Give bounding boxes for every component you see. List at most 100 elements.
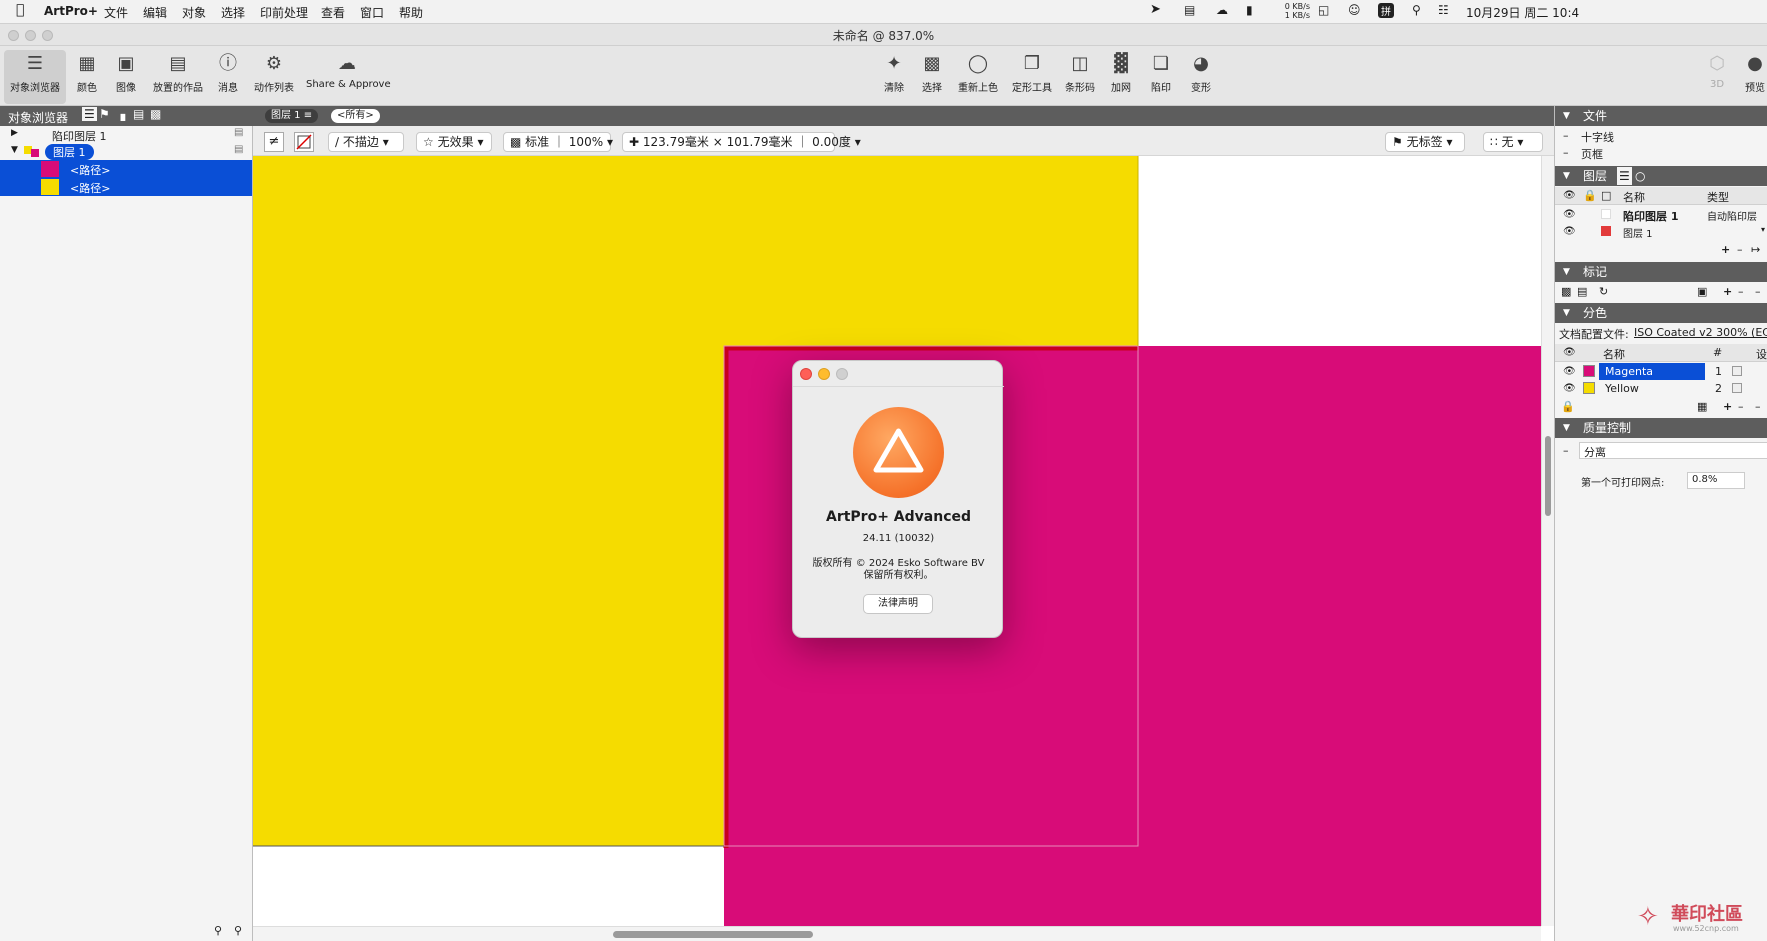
object-browser-button[interactable]: ☰ 对象浏览器 [4, 50, 66, 104]
menu-edit[interactable]: 编辑 [143, 4, 167, 21]
crosshair-row[interactable]: – 十字线 [1555, 129, 1767, 145]
eye-icon[interactable]: 👁 [1563, 366, 1576, 377]
qc-section-header[interactable]: ▼ 质量控制 [1555, 418, 1767, 438]
cloud-icon[interactable]: ☁ [1216, 3, 1228, 17]
horizontal-scroll-thumb[interactable] [613, 931, 813, 938]
list-view-icon[interactable]: ☰ [82, 107, 97, 121]
menu-file[interactable]: 文件 [104, 4, 128, 21]
recolor-button[interactable]: ◯ 重新上色 [954, 50, 1002, 104]
layers-section-header[interactable]: ▼ 图层 ☰ ○ [1555, 166, 1767, 186]
horizontal-scrollbar[interactable] [253, 926, 1541, 941]
remove-icon-2[interactable]: – [1755, 285, 1761, 298]
tree-item-trap-layer[interactable]: ▶ 陷印图层 1 ▤ [0, 126, 252, 143]
control-center-icon[interactable]: ☷ [1438, 3, 1449, 17]
zoom-to-icon[interactable]: ⚲ [234, 924, 242, 937]
share-approve-button[interactable]: ☁ Share & Approve [306, 50, 391, 104]
tag-dropdown[interactable]: ⚑ 无标签 ▾ [1385, 132, 1465, 152]
file-section-header[interactable]: ▼ 文件 [1555, 106, 1767, 126]
vertical-scroll-thumb[interactable] [1545, 436, 1551, 516]
page-frame-row[interactable]: – 页框 [1555, 146, 1767, 162]
tree-item-path[interactable]: <路径> [0, 160, 252, 178]
barcode-button[interactable]: ◫ 条形码 [1062, 50, 1098, 104]
layer-options-icon[interactable]: ▤ [234, 127, 243, 138]
profile-value[interactable]: ISO Coated v2 300% (ECI) [1634, 326, 1767, 339]
separation-row-yellow[interactable]: 👁 Yellow 2 [1555, 380, 1767, 397]
object-browser-tab[interactable]: 对象浏览器 [8, 109, 68, 126]
pin-icon[interactable]: ⚲ [214, 924, 222, 937]
dimensions-dropdown[interactable]: ✚ 123.79毫米 × 101.79毫米 ｜ 0.00度 ▾ [622, 132, 861, 152]
search-icon[interactable]: ⚲ [1412, 3, 1421, 17]
add-icon[interactable]: + [1723, 400, 1732, 413]
dialog-minimize-button[interactable] [818, 368, 830, 380]
collapse-triangle-icon[interactable]: ▼ [11, 145, 18, 155]
signal-icon[interactable]: ▮ [1246, 3, 1253, 17]
eye-icon[interactable]: 👁 [1563, 383, 1576, 394]
separation-name[interactable]: Magenta [1599, 363, 1705, 380]
no-fill-icon[interactable] [294, 132, 314, 152]
expand-triangle-icon[interactable]: ▶ [11, 128, 18, 138]
menu-prepress[interactable]: 印前处理 [260, 4, 308, 21]
add-mark-icon[interactable]: ▣ [1697, 285, 1707, 298]
layer-options-icon[interactable]: ▤ [234, 144, 243, 155]
separation-checkbox[interactable] [1732, 383, 1742, 393]
none-dropdown[interactable]: ∷ 无 ▾ [1483, 132, 1543, 152]
stack-icon[interactable]: ▤ [133, 107, 144, 121]
messages-button[interactable]: ⓘ 消息 [212, 50, 244, 104]
preview-button[interactable]: ● 预览 [1740, 50, 1767, 104]
separation-checkbox[interactable] [1732, 366, 1742, 376]
object-filter-pill[interactable]: <所有> [331, 109, 380, 123]
separation-name[interactable]: Yellow [1605, 382, 1639, 395]
remove-icon[interactable]: – [1563, 146, 1569, 159]
stairs-icon[interactable]: ▗ [116, 107, 125, 121]
placed-art-button[interactable]: ▤ 放置的作品 [150, 50, 206, 104]
eye-icon[interactable]: 👁 [1563, 226, 1576, 237]
remove-icon-2[interactable]: – [1755, 400, 1761, 413]
separation-row-magenta[interactable]: 👁 Magenta 1 [1555, 363, 1767, 380]
vertical-scrollbar[interactable] [1541, 156, 1554, 926]
marks-section-header[interactable]: ▼ 标记 [1555, 262, 1767, 282]
artboard-canvas[interactable]: ArtPro+ Advanced 24.11 (10032) 版权所有 © 20… [253, 156, 1541, 926]
move-layer-icon[interactable]: ↦ [1751, 243, 1760, 256]
tree-item-layer-1[interactable]: ▼ 图层 1 ▤ [0, 143, 252, 160]
add-layer-icon[interactable]: + [1721, 243, 1730, 256]
tag-icon[interactable]: ⚑ [99, 107, 110, 121]
location-icon[interactable]: ➤ [1150, 2, 1161, 17]
image-button[interactable]: ▣ 图像 [109, 50, 143, 104]
layer-filter-pill[interactable]: 图层 1 ≡ [265, 109, 319, 123]
color-button[interactable]: ▦ 颜色 [70, 50, 104, 104]
distort-button[interactable]: ◕ 变形 [1184, 50, 1218, 104]
menu-help[interactable]: 帮助 [399, 4, 423, 21]
not-equal-icon[interactable]: ≠ [264, 132, 284, 152]
remove-layer-icon[interactable]: – [1737, 243, 1743, 256]
remove-icon[interactable]: – [1738, 400, 1744, 413]
import-icon[interactable]: ▩ [1561, 285, 1571, 298]
screen-icon[interactable]: ▤ [1184, 3, 1195, 17]
menu-select[interactable]: 选择 [221, 4, 245, 21]
swatch-options-icon[interactable]: ▦ [1697, 400, 1707, 413]
folder-icon[interactable]: ▤ [1577, 285, 1587, 298]
action-list-button[interactable]: ⚙ 动作列表 [251, 50, 297, 104]
min-dot-input[interactable]: 0.8% [1687, 472, 1745, 489]
list-view-icon[interactable]: ☰ [1617, 167, 1632, 185]
layer-row[interactable]: 👁 陷印图层 1 自动陷印层 [1555, 206, 1767, 223]
app-menu[interactable]: ArtPro+ [44, 4, 98, 18]
dialog-close-button[interactable] [800, 368, 812, 380]
circle-icon[interactable]: ○ [1635, 166, 1645, 186]
apple-icon[interactable]:  [16, 2, 24, 18]
qc-separation-field[interactable]: 分离 [1579, 442, 1767, 459]
refresh-icon[interactable]: ↻ [1599, 285, 1608, 298]
menu-object[interactable]: 对象 [182, 4, 206, 21]
layer-row[interactable]: 👁 图层 1 ▾ [1555, 223, 1767, 240]
remove-icon[interactable]: – [1563, 444, 1569, 457]
effect-dropdown[interactable]: ☆ 无效果 ▾ [416, 132, 492, 152]
tree-item-path[interactable]: <路径> [0, 178, 252, 196]
lock-icon[interactable]: 🔒 [1561, 400, 1575, 413]
eye-icon[interactable]: 👁 [1563, 209, 1576, 220]
chart-icon[interactable]: ▩ [150, 107, 161, 121]
trap-button[interactable]: ❏ 陷印 [1144, 50, 1178, 104]
remove-icon[interactable]: – [1738, 285, 1744, 298]
3d-button[interactable]: ⬡ 3D [1702, 50, 1732, 104]
face-icon[interactable]: ☺ [1348, 3, 1361, 17]
screening-button[interactable]: ▓ 加网 [1104, 50, 1138, 104]
shape-tool-button[interactable]: ❐ 定形工具 [1008, 50, 1056, 104]
